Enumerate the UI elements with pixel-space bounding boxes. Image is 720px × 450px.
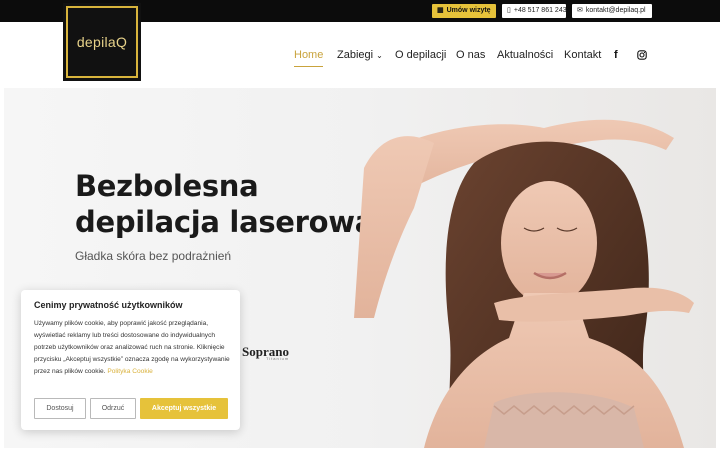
accept-all-button[interactable]: Akceptuj wszystkie <box>140 398 228 419</box>
hero-title-line1: Bezbolesna <box>75 169 259 203</box>
hero-title: Bezbolesna depilacja laserowa <box>75 168 374 240</box>
facebook-icon[interactable]: f <box>614 46 618 64</box>
nav-kontakt[interactable]: Kontakt <box>564 46 601 64</box>
book-visit-button[interactable]: ▦ Umów wizytę <box>432 4 496 18</box>
cookie-consent-dialog: Cenimy prywatność użytkowników Używamy p… <box>21 290 240 430</box>
phone-number: +48 517 861 243 <box>513 7 567 14</box>
chevron-down-icon: ⌄ <box>376 51 383 60</box>
calendar-icon: ▦ <box>437 7 444 14</box>
envelope-icon: ✉ <box>577 7 583 14</box>
phone-icon: ▯ <box>507 7 511 14</box>
instagram-icon[interactable] <box>637 46 647 66</box>
cookie-description: Używamy plików cookie, aby poprawić jako… <box>34 320 230 375</box>
hero-title-line2: depilacja laserowa <box>75 205 375 239</box>
nav-zabiegi[interactable]: Zabiegi ⌄ <box>337 46 383 65</box>
phone-button[interactable]: ▯ +48 517 861 243 <box>502 4 567 18</box>
logo-text: depilaQ <box>76 34 128 50</box>
nav-home[interactable]: Home <box>294 46 324 67</box>
customize-button[interactable]: Dostosuj <box>34 398 86 419</box>
book-visit-label: Umów wizytę <box>446 7 491 14</box>
reject-button[interactable]: Odrzuć <box>90 398 136 419</box>
cookie-title: Cenimy prywatność użytkowników <box>34 300 183 310</box>
soprano-logo-sub: Titanium <box>266 356 290 361</box>
cookie-text: Używamy plików cookie, aby poprawić jako… <box>34 318 234 378</box>
nav-o-depilacji[interactable]: O depilacji <box>395 46 446 64</box>
nav-zabiegi-label: Zabiegi <box>337 49 374 61</box>
email-address: kontakt@depilaq.pl <box>585 7 646 14</box>
nav-o-nas[interactable]: O nas <box>456 46 485 64</box>
page: ▦ Umów wizytę ▯ +48 517 861 243 ✉ kontak… <box>0 0 720 450</box>
cookie-policy-link[interactable]: Polityka Cookie <box>107 368 152 375</box>
nav-aktualnosci[interactable]: Aktualności <box>497 46 553 64</box>
hero-subtitle: Gładka skóra bez podrażnień <box>75 249 232 263</box>
woman-photo <box>354 119 694 448</box>
email-button[interactable]: ✉ kontakt@depilaq.pl <box>572 4 652 18</box>
site-logo[interactable]: depilaQ <box>63 3 141 81</box>
